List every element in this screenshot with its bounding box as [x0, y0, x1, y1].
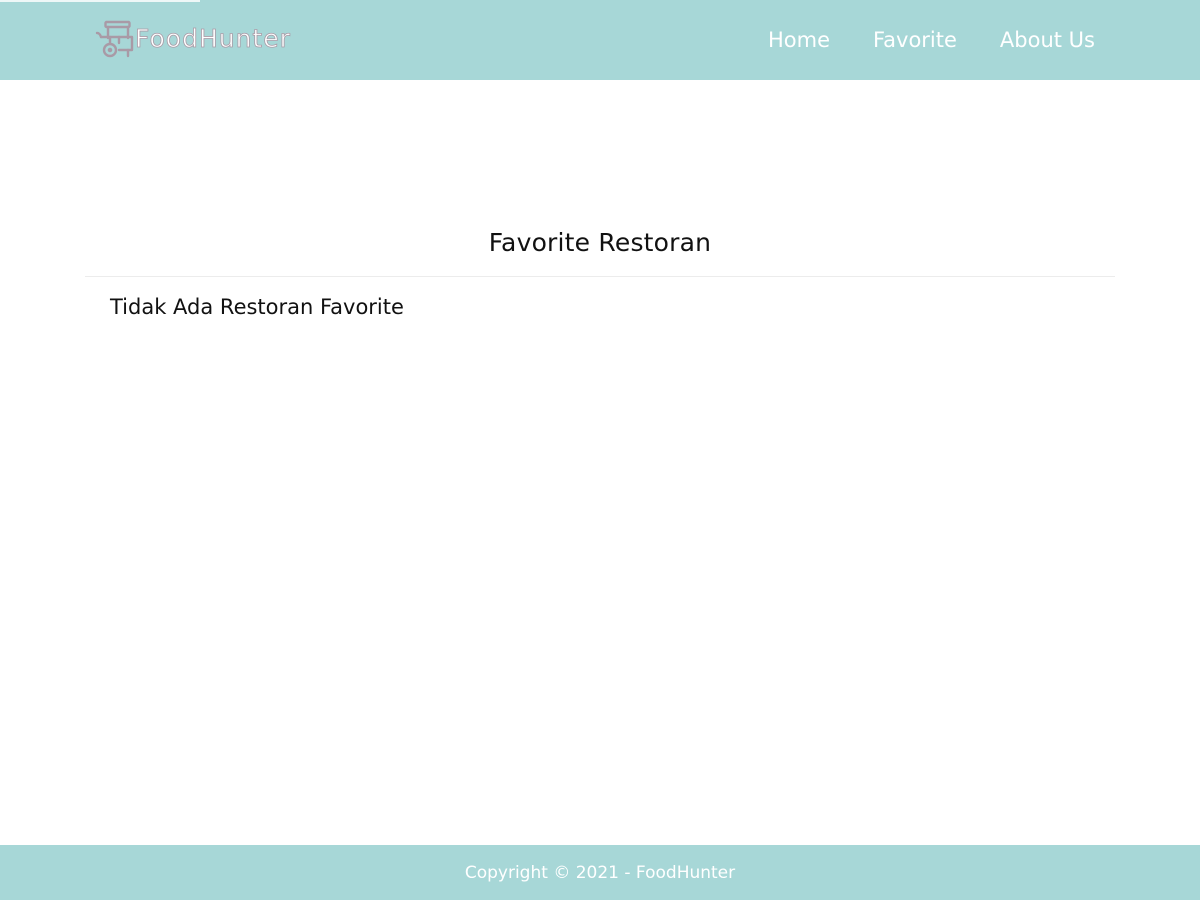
nav-home-link[interactable]: Home	[768, 0, 830, 80]
page-title: Favorite Restoran	[488, 228, 712, 257]
primary-navigation: Home Favorite About Us	[725, 0, 1095, 80]
food-cart-icon	[95, 19, 135, 59]
site-footer: Copyright © 2021 - FoodHunter	[0, 845, 1200, 900]
brand-name: FoodHunter	[135, 24, 291, 54]
main-content: Favorite Restoran Tidak Ada Restoran Fav…	[0, 80, 1200, 845]
nav-favorite-link[interactable]: Favorite	[873, 0, 957, 80]
site-header: FoodHunter Home Favorite About Us	[0, 0, 1200, 80]
content-divider	[85, 276, 1115, 277]
empty-favorites-message: Tidak Ada Restoran Favorite	[110, 295, 404, 319]
nav-about-us-link[interactable]: About Us	[1000, 0, 1095, 80]
top-accent-strip	[0, 0, 200, 2]
app-root: FoodHunter Home Favorite About Us Favori…	[0, 0, 1200, 900]
copyright-text: Copyright © 2021 - FoodHunter	[464, 862, 736, 883]
brand-home-link[interactable]: FoodHunter	[95, 18, 291, 60]
